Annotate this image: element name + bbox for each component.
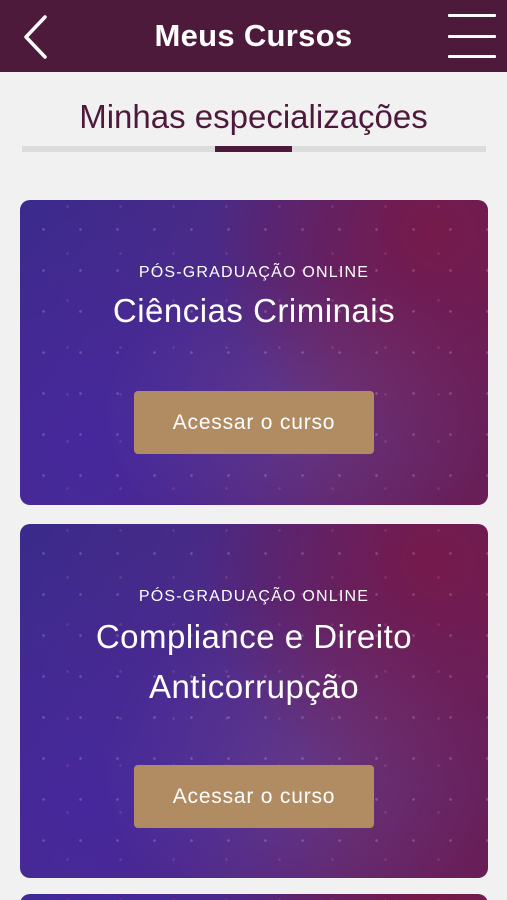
back-button[interactable] bbox=[14, 12, 58, 62]
access-course-button[interactable]: Acessar o curso bbox=[134, 765, 374, 828]
section-title: Minhas especializações bbox=[79, 98, 428, 135]
hamburger-menu-icon bbox=[448, 14, 496, 17]
chevron-left-icon bbox=[24, 15, 47, 59]
course-name: Compliance e Direito Anticorrupção bbox=[95, 618, 413, 705]
course-card bbox=[20, 894, 488, 900]
course-name: Ciências Criminais bbox=[112, 292, 396, 329]
section-divider-accent bbox=[215, 146, 292, 152]
course-card: PÓS-GRADUAÇÃO ONLINE Ciências Criminais … bbox=[20, 200, 488, 505]
menu-button[interactable] bbox=[445, 10, 499, 62]
course-type-label: PÓS-GRADUAÇÃO ONLINE bbox=[138, 264, 370, 281]
top-bar: Meus Cursos bbox=[0, 0, 507, 72]
course-type-label: PÓS-GRADUAÇÃO ONLINE bbox=[138, 588, 370, 605]
page-title: Meus Cursos bbox=[154, 18, 353, 53]
access-course-button[interactable]: Acessar o curso bbox=[134, 391, 374, 454]
course-card: PÓS-GRADUAÇÃO ONLINE Compliance e Direit… bbox=[20, 524, 488, 878]
